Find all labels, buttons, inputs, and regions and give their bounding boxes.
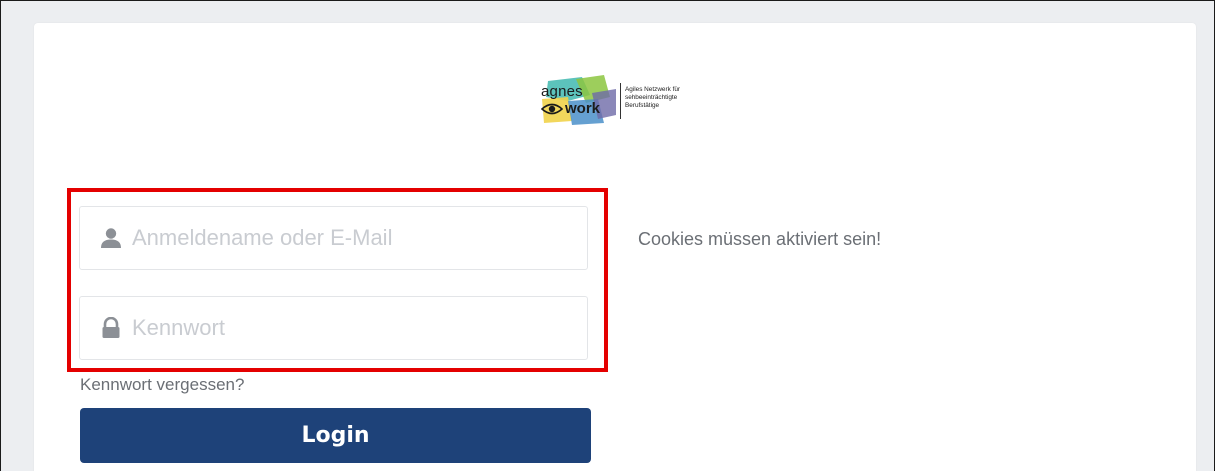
username-field[interactable] <box>79 206 588 270</box>
logo-divider <box>620 83 621 119</box>
browser-viewport: agnes work Agiles Netzwerk für sehbeeint… <box>0 0 1215 471</box>
logo-word-agnes: agnes <box>541 83 583 100</box>
logo-tagline-line-1: Agiles Netzwerk für <box>625 86 681 93</box>
logo-tagline-line-2: sehbeeinträchtigte <box>625 94 678 101</box>
cookie-notice: Cookies müssen aktiviert sein! <box>638 229 882 249</box>
user-icon <box>101 228 121 248</box>
password-field[interactable] <box>79 296 588 360</box>
password-input[interactable] <box>132 297 572 359</box>
logo-word-work: work <box>565 100 601 117</box>
login-button[interactable]: Login <box>80 408 591 463</box>
logo-tagline: Agiles Netzwerk für sehbeeinträchtigte B… <box>625 86 705 110</box>
forgot-password-link[interactable]: Kennwort vergessen? <box>80 375 244 395</box>
logo-word-work-row: work <box>541 100 600 117</box>
username-input[interactable] <box>132 207 572 269</box>
agnes-work-logo: agnes work Agiles Netzwerk für sehbeeint… <box>538 75 708 127</box>
login-card: agnes work Agiles Netzwerk für sehbeeint… <box>34 23 1196 471</box>
logo-tagline-line-3: Berufstätige <box>625 102 660 109</box>
eye-icon <box>541 103 563 114</box>
lock-icon <box>102 317 120 338</box>
